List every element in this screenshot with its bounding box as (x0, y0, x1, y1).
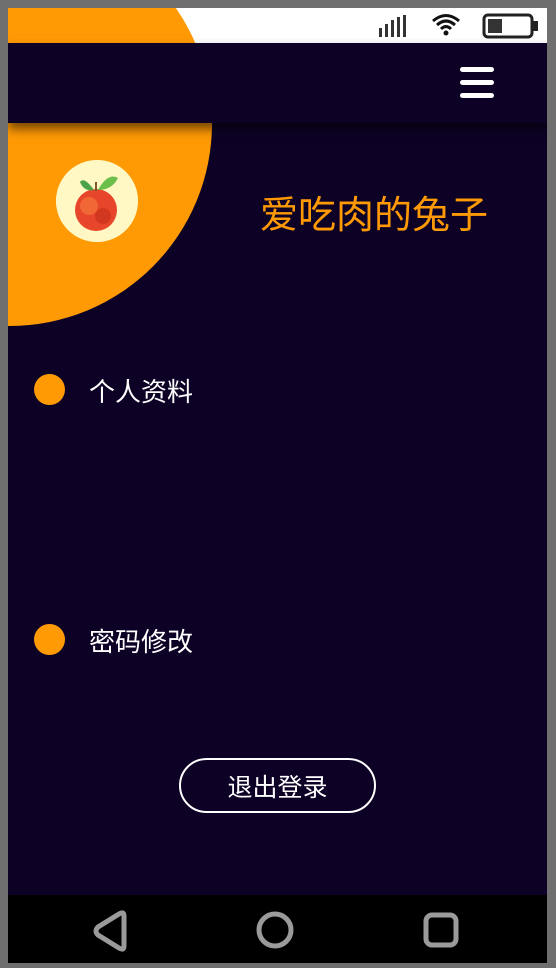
hamburger-menu-icon[interactable] (458, 64, 498, 102)
home-circle-icon (256, 911, 294, 949)
avatar[interactable] (56, 160, 138, 242)
bullet-icon (34, 374, 65, 405)
phone-screen: 爱吃肉的兔子 个人资料 密码修改 退出登录 (8, 8, 547, 963)
menu-item-profile[interactable]: 个人资料 (34, 369, 234, 409)
home-button[interactable] (235, 895, 315, 963)
back-button[interactable] (70, 895, 150, 963)
recents-button[interactable] (401, 895, 481, 963)
wifi-icon (432, 14, 460, 36)
signal-bars-icon (379, 15, 406, 37)
back-triangle-icon (93, 910, 127, 952)
bullet-icon (34, 624, 65, 655)
navigation-bar (8, 895, 547, 963)
menu-item-password[interactable]: 密码修改 (34, 619, 234, 659)
menu-item-label: 密码修改 (89, 628, 194, 658)
logout-button[interactable]: 退出登录 (179, 758, 376, 813)
device-frame: 爱吃肉的兔子 个人资料 密码修改 退出登录 (0, 0, 556, 968)
username: 爱吃肉的兔子 (260, 193, 489, 237)
menu-item-label: 个人资料 (89, 378, 194, 408)
battery-icon (482, 13, 538, 39)
recents-square-icon (423, 912, 459, 948)
peach-fruit-avatar (56, 160, 138, 242)
app-header (8, 43, 547, 123)
